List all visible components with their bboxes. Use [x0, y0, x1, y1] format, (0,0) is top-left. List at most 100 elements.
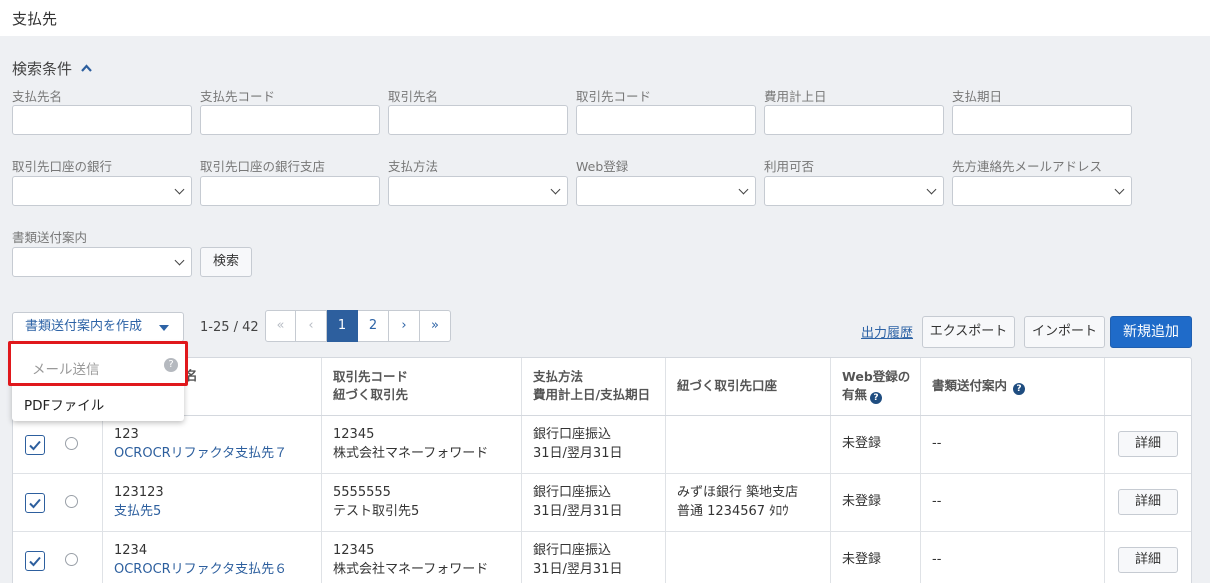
- payee-name-text: 支払先5: [114, 504, 162, 519]
- field-label: 支払方法: [388, 159, 439, 174]
- partner-code-input[interactable]: [576, 105, 756, 135]
- field-label: 取引先口座の銀行支店: [200, 159, 326, 174]
- partner-name: テスト取引先5: [333, 504, 420, 519]
- search-conditions-toggle[interactable]: 検索条件: [12, 58, 92, 79]
- payee-code-input[interactable]: [200, 105, 380, 135]
- web-registration-status: 未登録: [842, 436, 882, 451]
- page-title: 支払先: [12, 10, 58, 28]
- send-email-label: メール送信: [32, 362, 100, 378]
- field-label: 費用計上日: [764, 89, 827, 104]
- detail-button[interactable]: 詳細: [1118, 489, 1178, 515]
- send-email-menu-item[interactable]: メール送信 ?: [8, 341, 188, 386]
- detail-button[interactable]: 詳細: [1118, 547, 1178, 573]
- import-button[interactable]: インポート: [1024, 316, 1105, 348]
- table-row: 123123 支払先5 5555555 テスト取引先5 銀行口座振込 31日/翌…: [13, 474, 1191, 532]
- detail-button[interactable]: 詳細: [1118, 431, 1178, 457]
- document-guide-select[interactable]: [12, 247, 192, 277]
- last-page-button[interactable]: »: [420, 310, 451, 342]
- row-checkbox[interactable]: [25, 435, 45, 455]
- search-button[interactable]: 検索: [200, 247, 252, 277]
- expense-date-input[interactable]: [764, 105, 944, 135]
- payee-code: 123123: [114, 485, 164, 500]
- row-radio[interactable]: [65, 553, 78, 566]
- pagination: « ‹ 1 2 › »: [265, 310, 451, 342]
- partner-bank-select[interactable]: [12, 176, 192, 206]
- header-line: 有無?: [842, 386, 910, 404]
- field-label: 先方連絡先メールアドレス: [952, 159, 1103, 174]
- header-line: 費用計上日/支払期日: [533, 387, 651, 402]
- table-row: 1234 OCROCRリファクタ支払先６ 12345 株式会社マネーフォワード …: [13, 532, 1191, 583]
- header-web-registration: Web登録の 有無?: [842, 358, 910, 416]
- payment-method-select[interactable]: [388, 176, 568, 206]
- payee-name-text: OCROCRリファクタ支払先６: [114, 562, 288, 577]
- payee-name-text: OCROCRリファクタ支払先７: [114, 446, 288, 461]
- header-line-text: 有無: [842, 387, 868, 402]
- header-payment-method: 支払方法 費用計上日/支払期日: [533, 358, 650, 416]
- next-page-button[interactable]: ›: [389, 310, 420, 342]
- row-checkbox[interactable]: [25, 493, 45, 513]
- chevron-up-icon: [80, 58, 92, 76]
- create-document-guide-button[interactable]: 書類送付案内を作成: [12, 312, 184, 342]
- caret-down-icon: [159, 325, 169, 331]
- table-header: 名 取引先コード 紐づく取引先 支払方法 費用計上日/支払期日 紐づく取引先口座…: [13, 358, 1191, 416]
- contact-email-select[interactable]: [952, 176, 1132, 206]
- field-label: 取引先コード: [576, 89, 652, 104]
- header-line: Web登録の: [842, 369, 911, 384]
- field-label: 支払先コード: [200, 89, 276, 104]
- payee-name-link[interactable]: OCROCRリファクタ支払先６: [114, 561, 287, 579]
- account-number: 普通 1234567 ﾀﾛｳ: [677, 504, 789, 519]
- pdf-file-menu-item[interactable]: PDFファイル: [24, 394, 104, 414]
- field-label: 取引先名: [388, 89, 439, 104]
- payee-name-input[interactable]: [12, 105, 192, 135]
- partner-code: 12345: [333, 427, 375, 442]
- document-guide-status: --: [932, 436, 942, 451]
- search-conditions-title: 検索条件: [12, 60, 73, 78]
- header-document-guide: 書類送付案内?: [932, 358, 1026, 416]
- header-account: 紐づく取引先口座: [677, 378, 778, 393]
- field-label: 取引先口座の銀行: [12, 159, 113, 174]
- payee-name-link[interactable]: 支払先5: [114, 503, 161, 521]
- availability-select[interactable]: [764, 176, 944, 206]
- page-header: 支払先: [0, 0, 1210, 36]
- payee-name-link[interactable]: OCROCRリファクタ支払先７: [114, 445, 287, 463]
- web-registration-select[interactable]: [576, 176, 756, 206]
- payee-table: 名 取引先コード 紐づく取引先 支払方法 費用計上日/支払期日 紐づく取引先口座…: [12, 357, 1192, 583]
- record-count: 1-25 / 42: [200, 320, 259, 335]
- partner-name: 株式会社マネーフォワード: [333, 446, 489, 461]
- output-history-link[interactable]: 出力履歴: [861, 322, 913, 341]
- header-partner-code: 取引先コード 紐づく取引先: [333, 358, 408, 416]
- document-guide-status: --: [932, 494, 942, 509]
- help-icon[interactable]: ?: [1013, 383, 1026, 395]
- partner-code: 5555555: [333, 485, 391, 500]
- field-label: 支払先名: [12, 89, 63, 104]
- payment-method: 銀行口座振込: [533, 543, 612, 558]
- field-label: 利用可否: [764, 159, 815, 174]
- payment-method: 銀行口座振込: [533, 427, 612, 442]
- export-button[interactable]: エクスポート: [922, 316, 1015, 348]
- due-date-input[interactable]: [952, 105, 1132, 135]
- header-line-text: 書類送付案内: [932, 378, 1008, 393]
- create-document-guide-label: 書類送付案内を作成: [25, 319, 143, 334]
- payment-dates: 31日/翌月31日: [533, 446, 623, 461]
- header-line: 紐づく取引先: [333, 387, 409, 402]
- partner-code: 12345: [333, 543, 375, 558]
- first-page-button[interactable]: «: [265, 310, 296, 342]
- row-radio[interactable]: [65, 495, 78, 508]
- add-new-button[interactable]: 新規追加: [1110, 316, 1192, 348]
- create-guide-dropdown-menu: メール送信 ? PDFファイル: [8, 341, 188, 421]
- partner-branch-input[interactable]: [200, 176, 380, 206]
- page-2-button[interactable]: 2: [358, 310, 389, 342]
- partner-name: 株式会社マネーフォワード: [333, 562, 489, 577]
- prev-page-button[interactable]: ‹: [296, 310, 327, 342]
- web-registration-status: 未登録: [842, 494, 882, 509]
- partner-name-input[interactable]: [388, 105, 568, 135]
- help-icon[interactable]: ?: [870, 392, 883, 404]
- account-bank: みずほ銀行 築地支店: [677, 485, 799, 500]
- page-1-button[interactable]: 1: [327, 310, 358, 342]
- field-label: Web登録: [576, 159, 629, 174]
- row-radio[interactable]: [65, 437, 78, 450]
- field-label: 書類送付案内: [12, 230, 88, 245]
- field-label: 支払期日: [952, 89, 1003, 104]
- row-checkbox[interactable]: [25, 551, 45, 571]
- help-icon[interactable]: ?: [164, 358, 178, 372]
